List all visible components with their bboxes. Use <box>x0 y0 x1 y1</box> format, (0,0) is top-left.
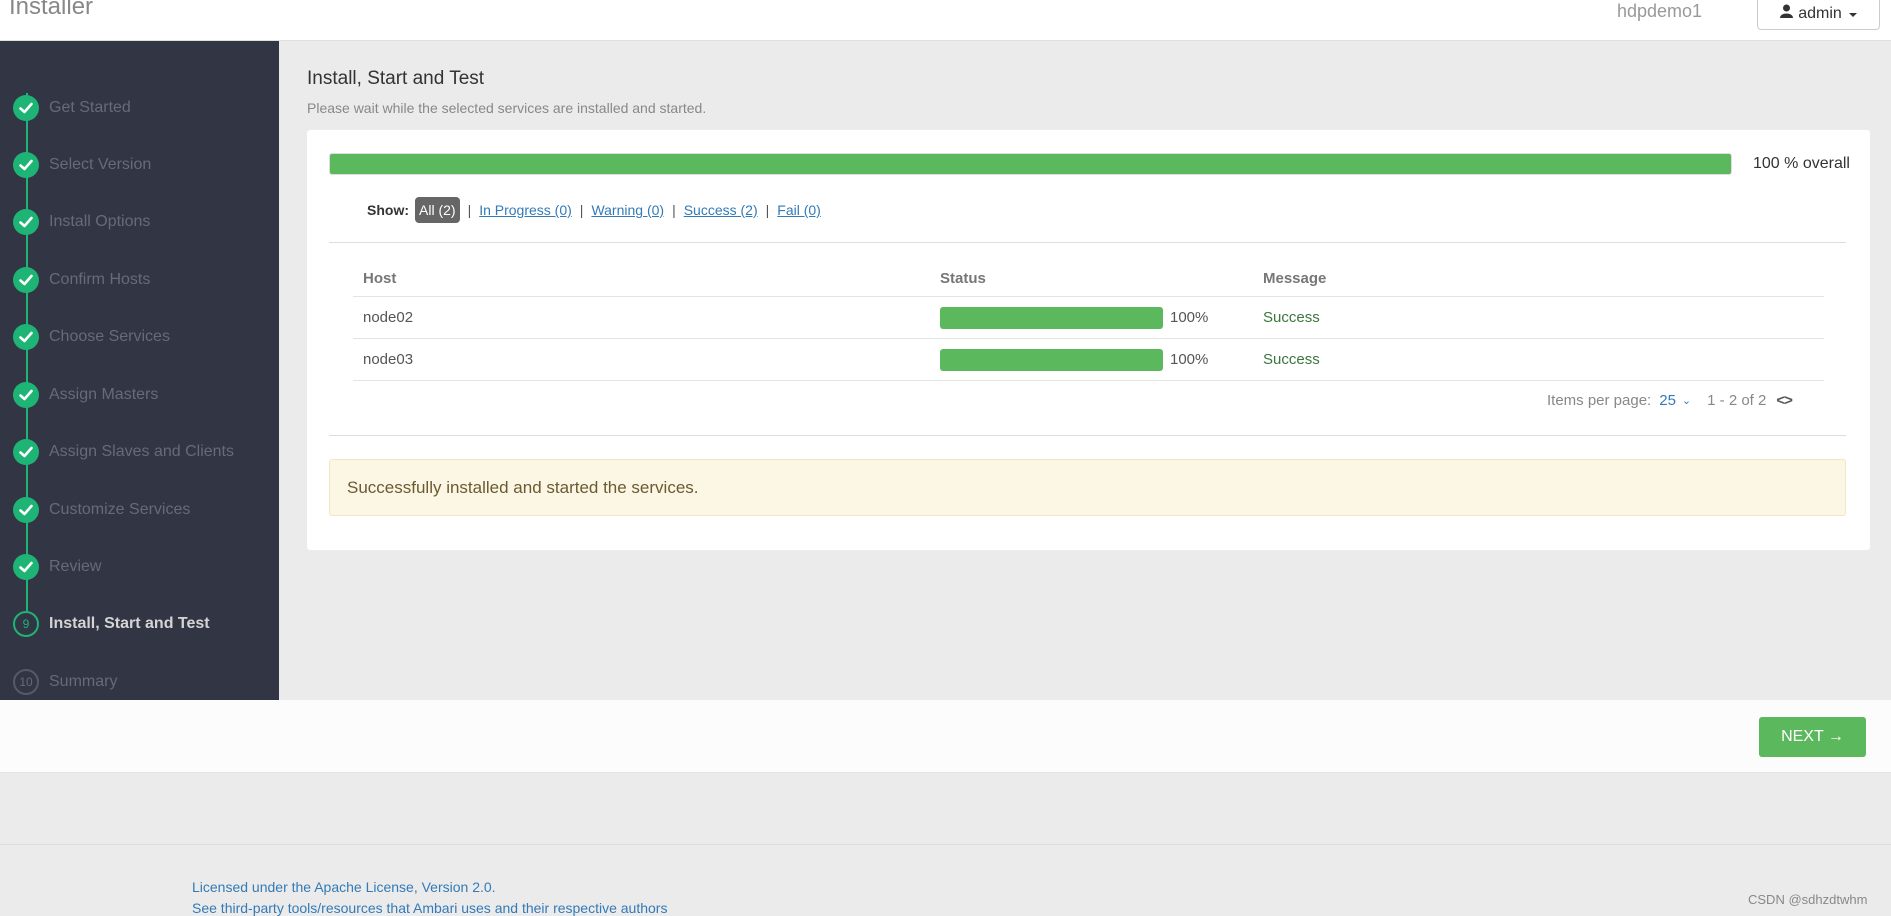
table-header: Host Status Message <box>353 260 1824 297</box>
wizard-step-label: Choose Services <box>49 328 170 345</box>
wizard-step[interactable]: Review <box>13 552 101 582</box>
filter-show-label: Show: <box>367 202 409 218</box>
check-icon <box>13 209 39 235</box>
wizard-step-label: Select Version <box>49 156 152 173</box>
header-message: Message <box>1263 269 1327 287</box>
previous-page-icon[interactable]: < <box>1776 392 1785 409</box>
host-name[interactable]: node02 <box>363 309 413 326</box>
wizard-step[interactable]: Assign Slaves and Clients <box>13 437 234 467</box>
page-range: 1 - 2 of 2 <box>1707 392 1767 409</box>
host-progress-percent: 100% <box>1170 351 1209 368</box>
host-message[interactable]: Success <box>1263 351 1320 368</box>
watermark: CSDN @sdhzdtwhm <box>1748 892 1868 907</box>
chevron-down-icon[interactable]: ⌄ <box>1682 394 1691 407</box>
user-icon <box>1780 4 1794 23</box>
install-panel: 100 % overall Show: All (2) | In Progres… <box>307 130 1870 550</box>
check-icon <box>13 152 39 178</box>
filter-in-progress[interactable]: In Progress (0) <box>479 202 572 218</box>
wizard-step[interactable]: Install Options <box>13 207 150 237</box>
wizard-step[interactable]: Choose Services <box>13 322 170 352</box>
items-per-page-label: Items per page: <box>1547 392 1652 409</box>
wizard-step-label: Summary <box>49 673 118 690</box>
overall-progress-fill <box>330 154 1731 174</box>
action-bar <box>0 700 1891 773</box>
check-icon <box>13 324 39 350</box>
user-menu-button[interactable]: admin <box>1757 0 1880 30</box>
overall-progress-bar <box>329 153 1732 175</box>
cluster-name: hdpdemo1 <box>1617 1 1703 21</box>
wizard-step-label: Confirm Hosts <box>49 271 151 288</box>
caret-down-icon <box>1848 12 1857 17</box>
page-subtitle: Please wait while the selected services … <box>307 100 707 116</box>
license-link[interactable]: Licensed under the Apache License, Versi… <box>192 879 496 895</box>
third-party-link[interactable]: See third-party tools/resources that Amb… <box>192 900 667 916</box>
wizard-step[interactable]: Get Started <box>13 93 131 123</box>
wizard-step-label: Review <box>49 558 102 575</box>
wizard-step-label: Customize Services <box>49 501 191 518</box>
user-name: admin <box>1798 4 1842 22</box>
wizard-step[interactable]: Select Version <box>13 150 151 180</box>
divider <box>329 242 1846 243</box>
pagination: Items per page: 25 ⌄ 1 - 2 of 2 <> <box>1547 392 1793 409</box>
wizard-step-label: Assign Masters <box>49 386 159 403</box>
divider <box>329 435 1846 436</box>
wizard-step[interactable]: Assign Masters <box>13 380 158 410</box>
filter-warning[interactable]: Warning (0) <box>591 202 664 218</box>
filter-fail[interactable]: Fail (0) <box>777 202 821 218</box>
host-progress-fill <box>940 348 1163 371</box>
host-status: 100% <box>940 348 1209 371</box>
wizard-step-label: Install Options <box>49 213 151 230</box>
filter-separator: | <box>467 202 472 218</box>
items-per-page-select[interactable]: 25 <box>1659 392 1676 409</box>
check-icon <box>13 439 39 465</box>
step-number: 9 <box>13 611 39 637</box>
filter-all[interactable]: All (2) <box>415 197 460 223</box>
success-alert: Successfully installed and started the s… <box>329 459 1846 516</box>
check-icon <box>13 554 39 580</box>
app-title: Installer <box>9 0 94 20</box>
host-message[interactable]: Success <box>1263 309 1320 326</box>
table-row: node03 100% Success <box>353 339 1824 381</box>
check-icon <box>13 382 39 408</box>
wizard-sidebar: Get Started Select Version Install Options… <box>0 41 279 700</box>
pagination-arrows: <> <box>1776 392 1793 409</box>
check-icon <box>13 497 39 523</box>
host-filter-bar: Show: All (2) | In Progress (0) | Warnin… <box>367 197 821 223</box>
footer-divider <box>0 844 1891 845</box>
page-title: Install, Start and Test <box>307 68 485 89</box>
overall-progress-text: 100 % overall <box>1753 155 1850 172</box>
host-progress-percent: 100% <box>1170 309 1209 326</box>
next-button[interactable]: NEXT → <box>1759 717 1866 757</box>
wizard-step[interactable]: Customize Services <box>13 495 190 525</box>
filter-separator: | <box>672 202 676 218</box>
host-name[interactable]: node03 <box>363 351 413 368</box>
top-bar: Installer hdpdemo1 admin <box>0 0 1891 41</box>
header-host: Host <box>363 269 397 287</box>
host-progress-fill <box>940 306 1163 329</box>
next-page-icon[interactable]: > <box>1784 392 1793 409</box>
filter-separator: | <box>579 202 584 218</box>
filter-separator: | <box>765 202 770 218</box>
filter-success[interactable]: Success (2) <box>684 202 758 218</box>
check-icon <box>13 267 39 293</box>
wizard-step-label: Get Started <box>49 99 131 116</box>
wizard-step-label: Assign Slaves and Clients <box>49 443 234 460</box>
wizard-step[interactable]: 10 Summary <box>13 667 117 697</box>
table-row: node02 100% Success <box>353 297 1824 339</box>
header-status: Status <box>940 269 986 287</box>
check-icon <box>13 95 39 121</box>
host-progress-bar <box>940 306 1163 329</box>
wizard-step-label: Install, Start and Test <box>49 615 210 632</box>
step-number: 10 <box>13 669 39 695</box>
hosts-table: Host Status Message node02 100% Success nod… <box>353 260 1824 381</box>
wizard-step[interactable]: 9 Install, Start and Test <box>13 609 210 639</box>
wizard-step[interactable]: Confirm Hosts <box>13 265 150 295</box>
host-status: 100% <box>940 306 1209 329</box>
host-progress-bar <box>940 348 1163 371</box>
